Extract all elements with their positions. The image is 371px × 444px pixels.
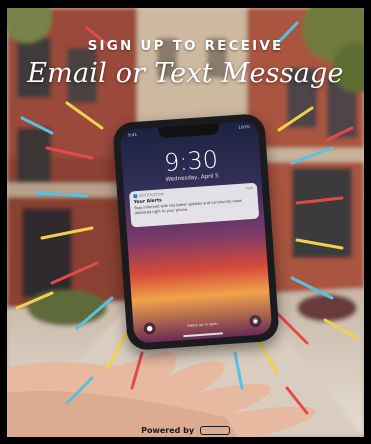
camera-icon[interactable]: ◉ (248, 314, 262, 328)
notification-card[interactable]: NOTIFICATION now Your Alerts Stay inform… (129, 182, 260, 228)
notification-age: now (245, 185, 254, 191)
smartphone: 9:41 100% 9:30 Wednesday, April 5 NOTIFI… (112, 112, 280, 352)
promo-poster: SIGN UP TO RECEIVE Email or Text Message… (0, 0, 371, 444)
powered-by-label: Powered by (141, 426, 195, 435)
home-indicator[interactable] (183, 332, 224, 338)
swipe-hint: Swipe up to open (187, 321, 218, 328)
status-battery: 100% (238, 123, 250, 130)
status-time: 9:41 (127, 131, 138, 138)
flashlight-icon[interactable]: ● (143, 322, 157, 335)
powered-by-credit: Powered by (7, 426, 364, 435)
notification-app-name: NOTIFICATION (139, 192, 165, 198)
partner-logo-icon (199, 426, 230, 435)
notification-app: NOTIFICATION (133, 192, 165, 199)
lock-screen-controls: ● Swipe up to open ◉ (143, 314, 262, 335)
signup-headline: SIGN UP TO RECEIVE (87, 38, 284, 54)
app-icon (133, 194, 138, 199)
lock-screen: 9:41 100% 9:30 Wednesday, April 5 NOTIFI… (119, 120, 273, 344)
email-or-text-title: Email or Text Message (27, 58, 344, 89)
